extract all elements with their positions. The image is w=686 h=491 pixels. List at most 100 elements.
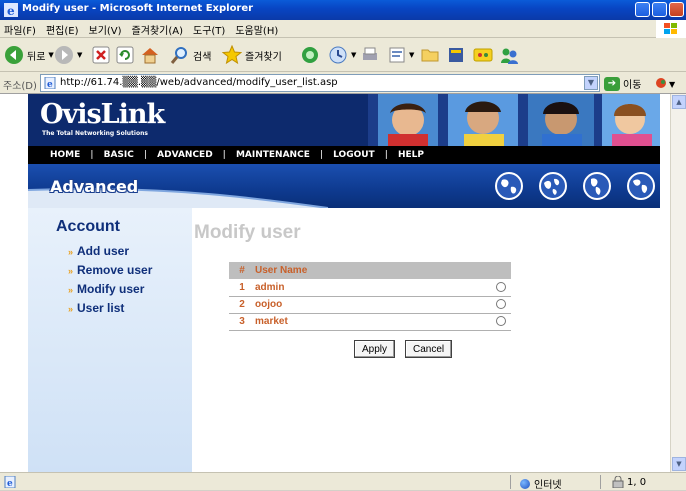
research-button[interactable] [446,44,466,66]
users-button[interactable] [498,44,520,66]
sidebar-link-add-user[interactable]: » Add user [68,244,152,258]
ie-icon: e [4,3,18,17]
internet-globe-icon [520,478,530,489]
row-number: 3 [229,313,255,331]
links-button[interactable]: ▼ [654,76,676,93]
home-icon [142,48,158,64]
edit-page-icon [389,47,405,63]
sidebar-link-modify-user[interactable]: » Modify user [68,282,152,296]
svg-text:▼: ▼ [669,80,676,89]
globe-icon [539,172,567,200]
sidebar-link-label: Add user [77,244,130,258]
edit-button[interactable]: ▼ [388,44,414,66]
refresh-button[interactable] [116,44,134,66]
ovislink-logo: OvisLink [40,99,165,130]
history-icon [329,46,347,64]
media-button[interactable] [300,44,320,66]
maximize-button[interactable] [652,2,667,17]
lock-icon [612,476,624,488]
page-status-icon: e [4,476,16,488]
media-icon [302,47,318,63]
folder-button[interactable] [420,44,440,66]
go-button[interactable]: ➔ 이동 [604,76,641,91]
nav-item-advanced[interactable]: ADVANCED [157,150,213,160]
scroll-up-icon[interactable]: ▲ [672,95,686,109]
book-icon [449,48,463,62]
home-button[interactable] [140,44,160,66]
column-header-select [491,262,511,279]
messenger-icon [473,48,493,62]
menu-item[interactable]: 도구(T) [193,22,225,37]
star-icon [222,45,242,65]
row-username: admin [255,279,491,297]
address-dropdown-icon[interactable]: ▼ [584,76,598,90]
section-banner: Advanced [28,164,660,208]
minimize-button[interactable] [635,2,650,17]
status-count: 1, 0 [612,476,646,488]
messenger-button[interactable] [472,44,494,66]
back-button[interactable]: 뒤로 ▼ [4,44,54,66]
address-input[interactable]: e http://61.74.▒▒.▒▒/web/advanced/modify… [40,74,600,92]
row-username: oojoo [255,296,491,314]
status-bar: e 인터넷 1, 0 [0,472,686,491]
stop-icon [92,46,110,64]
user-select-radio[interactable] [496,282,506,293]
menu-item[interactable]: 편집(E) [46,22,79,37]
section-title: Advanced [50,177,139,196]
toolbar: 뒤로 ▼ ▼ 검색 즐겨찾기 ▼ ▼ [0,38,686,72]
children-photo-icon [368,94,660,146]
history-button[interactable]: ▼ [328,44,356,66]
menu-item[interactable]: 보기(V) [89,22,122,37]
print-button[interactable] [360,44,380,66]
status-count-label: 1, 0 [627,476,647,488]
site-header: OvisLink The Total Networking Solutions [28,94,660,146]
nav-item-home[interactable]: HOME [50,150,80,160]
sidebar-link-label: User list [77,301,125,315]
globe-icon [627,172,655,200]
table-row: 2 oojoo [229,296,511,314]
menu-item[interactable]: 도움말(H) [235,22,278,37]
go-label: 이동 [623,80,642,91]
column-header-username: User Name [255,262,491,279]
nav-separator: | [90,150,94,160]
close-button[interactable] [669,2,684,17]
page-viewport: OvisLink The Total Networking Solutions [0,94,670,472]
nav-item-basic[interactable]: BASIC [104,150,134,160]
nav-item-logout[interactable]: LOGOUT [333,150,375,160]
menu-item[interactable]: 파일(F) [4,22,36,37]
zone-label: 인터넷 [534,480,562,491]
globe-icon [495,172,523,200]
sidebar-link-remove-user[interactable]: » Remove user [68,263,152,277]
vertical-scrollbar[interactable]: ▲ ▼ [670,94,686,472]
sidebar-link-label: Remove user [77,263,153,277]
printer-icon [363,47,377,60]
double-chevron-icon: » [68,304,74,314]
menu-bar: 파일(F) 편집(E) 보기(V) 즐겨찾기(A) 도구(T) 도움말(H) [0,20,686,38]
apply-button[interactable]: Apply [354,340,396,358]
row-number: 2 [229,296,255,314]
user-select-radio[interactable] [496,316,506,327]
scroll-down-icon[interactable]: ▼ [672,457,686,471]
title-bar: e Modify user - Microsoft Internet Explo… [0,0,686,20]
sidebar: Account » Add user» Remove user» Modify use… [28,208,192,472]
browser-window: e Modify user - Microsoft Internet Explo… [0,0,686,491]
user-select-radio[interactable] [496,299,506,310]
nav-item-help[interactable]: HELP [398,150,424,160]
row-number: 1 [229,279,255,297]
nav-item-maintenance[interactable]: MAINTENANCE [236,150,310,160]
nav-separator: | [222,150,226,160]
svg-text:e: e [7,479,13,488]
sidebar-link-label: Modify user [77,282,145,296]
sidebar-link-user-list[interactable]: » User list [68,301,152,315]
cancel-button[interactable]: Cancel [405,340,453,358]
double-chevron-icon: » [68,247,74,257]
forward-button[interactable]: ▼ [54,44,82,66]
menu-item[interactable]: 즐겨찾기(A) [132,22,183,37]
row-select-cell [491,296,511,314]
favorites-button[interactable]: 즐겨찾기 [222,44,282,66]
folder-icon [421,49,439,62]
page-icon: e [44,77,56,89]
stop-button[interactable] [92,44,110,66]
search-button[interactable]: 검색 [170,44,211,66]
sidebar-heading: Account [56,218,120,235]
